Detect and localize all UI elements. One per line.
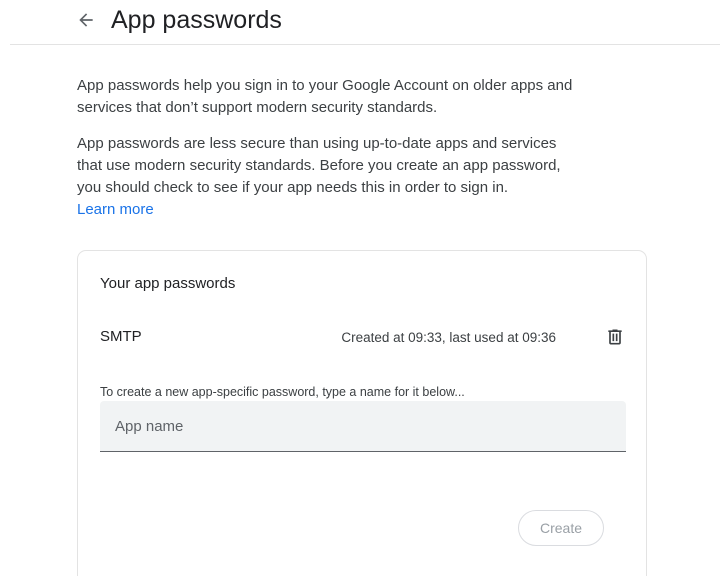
trash-icon [608, 329, 622, 345]
create-button[interactable]: Create [518, 510, 604, 546]
app-password-row: SMTP Created at 09:33, last used at 09:3… [78, 321, 648, 353]
arrow-left-icon [79, 13, 93, 27]
app-name-input[interactable] [100, 401, 626, 451]
intro-paragraph-2: App passwords are less secure than using… [77, 135, 561, 196]
back-button[interactable] [72, 6, 100, 34]
intro-paragraph-1: App passwords help you sign in to your G… [77, 77, 573, 116]
header-divider [10, 44, 720, 45]
page-header: App passwords [0, 0, 720, 45]
create-hint: To create a new app-specific password, t… [100, 385, 465, 399]
delete-password-button[interactable] [603, 325, 627, 349]
learn-more-link[interactable]: Learn more [77, 199, 154, 221]
page-title: App passwords [111, 6, 282, 34]
app-passwords-card: Your app passwords SMTP Created at 09:33… [77, 250, 647, 576]
app-password-name: SMTP [100, 328, 142, 345]
app-passwords-page: App passwords App passwords help you sig… [0, 0, 720, 576]
app-name-field [100, 401, 626, 452]
app-password-meta: Created at 09:33, last used at 09:36 [341, 330, 556, 345]
card-title: Your app passwords [100, 275, 236, 292]
